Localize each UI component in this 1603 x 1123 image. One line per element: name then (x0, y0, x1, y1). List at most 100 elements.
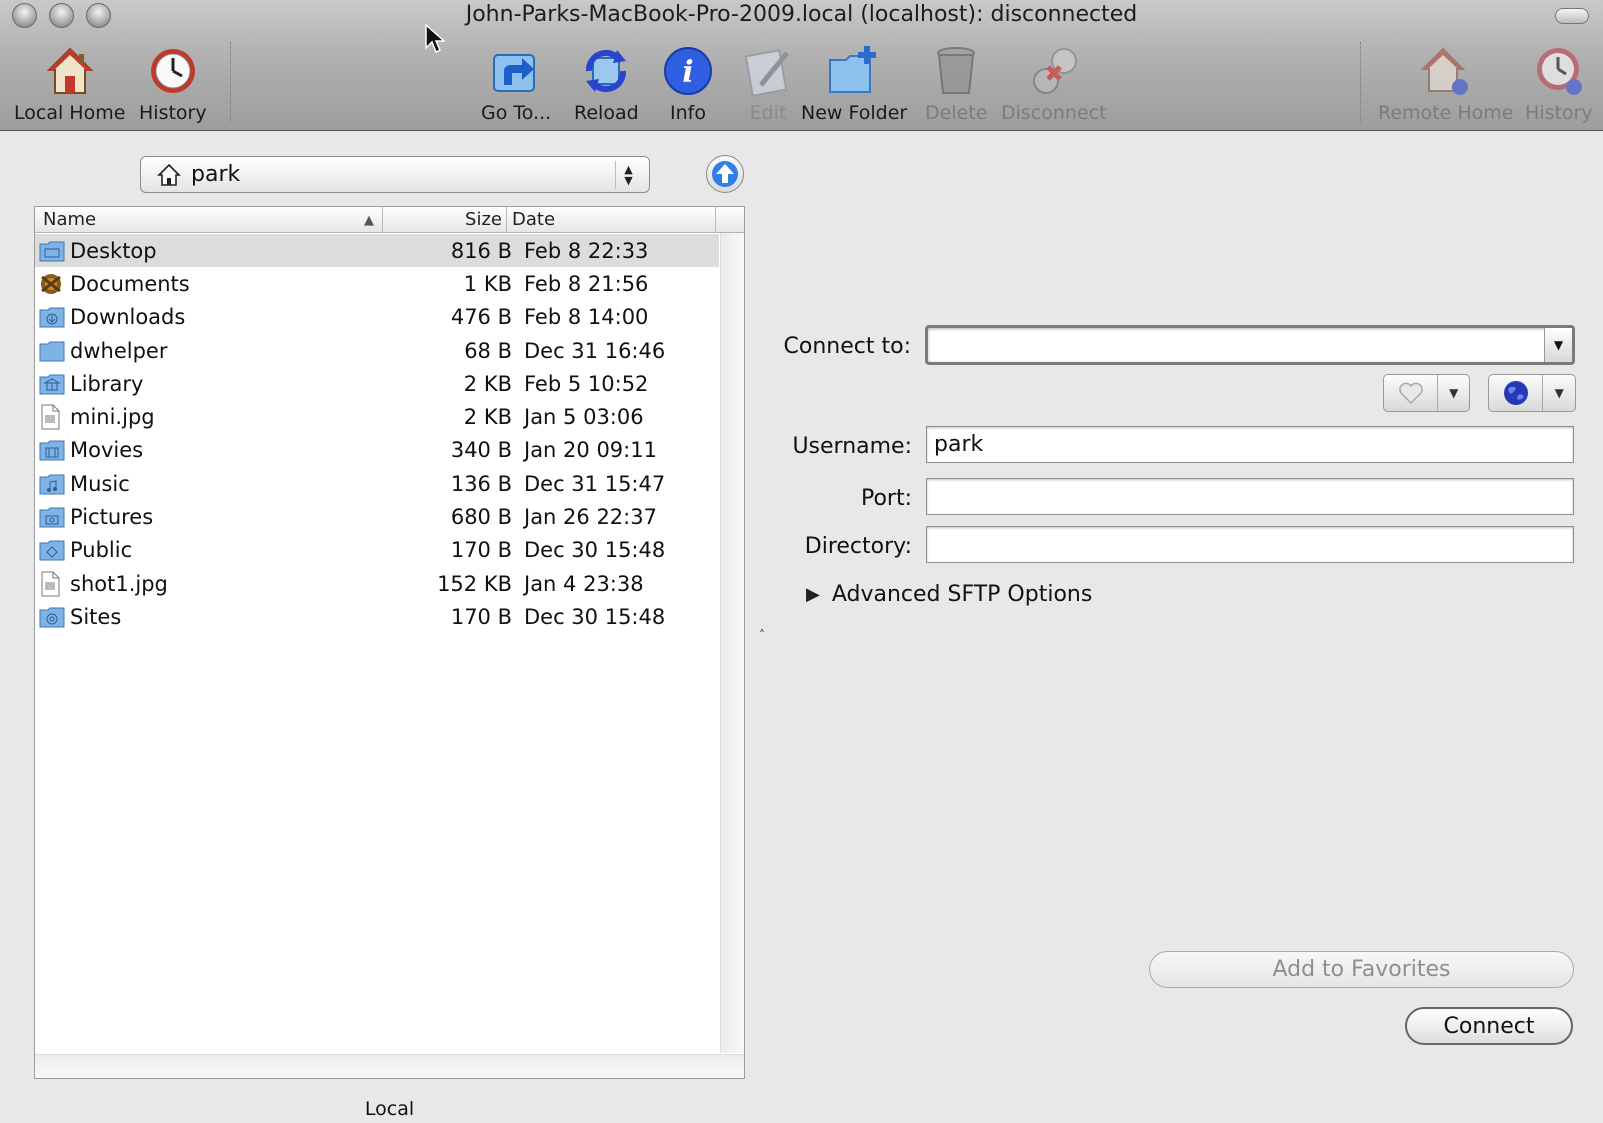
window-title-text: John-Parks-MacBook-Pro-2009.local (local… (465, 2, 1138, 27)
file-date: Jan 20 09:11 (524, 438, 657, 463)
file-list: Desktop 816 B Feb 8 22:33 Documents 1 KB… (35, 234, 719, 634)
file-row[interactable]: Documents 1 KB Feb 8 21:56 (35, 267, 719, 300)
file-row[interactable]: Movies 340 B Jan 20 09:11 (35, 434, 719, 467)
file-date: Dec 31 15:47 (524, 471, 666, 496)
remote-home-icon (1418, 42, 1474, 100)
file-row[interactable]: Downloads 476 B Feb 8 14:00 (35, 301, 719, 334)
file-row[interactable]: dwhelper 68 B Dec 31 16:46 (35, 334, 719, 367)
add-to-favorites-label: Add to Favorites (1272, 957, 1451, 982)
remote-home-label: Remote Home (1378, 102, 1514, 124)
reload-label: Reload (574, 102, 639, 124)
file-name: Music (70, 471, 130, 496)
protocol-popup[interactable]: ▼ (1488, 374, 1576, 412)
favorites-dropdown-arrow-icon: ▼ (1437, 375, 1469, 411)
new-folder-icon (826, 42, 882, 100)
file-size: 476 B (450, 305, 512, 330)
file-size: 2 KB (463, 371, 512, 396)
home-folder-icon (157, 163, 181, 187)
file-row[interactable]: Sites 170 B Dec 30 15:48 (35, 600, 719, 633)
delete-button[interactable]: Delete (925, 42, 987, 124)
favorites-popup[interactable]: ▼ (1383, 374, 1470, 412)
file-size: 170 B (450, 538, 512, 563)
info-label: Info (670, 102, 706, 124)
connect-button[interactable]: Connect (1405, 1007, 1573, 1045)
file-row[interactable]: shot1.jpg 152 KB Jan 4 23:38 (35, 567, 719, 600)
column-header-size[interactable]: Size (383, 207, 507, 232)
trash-icon (928, 42, 984, 100)
file-row[interactable]: Desktop 816 B Feb 8 22:33 (35, 234, 719, 268)
add-to-favorites-button[interactable]: Add to Favorites (1149, 951, 1574, 988)
new-folder-button[interactable]: New Folder (801, 42, 907, 124)
file-row[interactable]: Pictures 680 B Jan 26 22:37 (35, 500, 719, 533)
remote-history-label: History (1525, 102, 1593, 124)
file-name: Library (70, 371, 144, 396)
username-label: Username: (792, 434, 912, 459)
file-size: 816 B (450, 238, 512, 263)
mouse-pointer-icon (425, 24, 445, 54)
go-to-button[interactable]: Go To... (481, 42, 551, 124)
pane-divider-handle[interactable]: ˄ (759, 628, 765, 642)
parent-directory-button[interactable] (706, 155, 744, 193)
directory-label: Directory: (804, 534, 912, 559)
local-history-label: History (139, 102, 207, 124)
remote-history-button[interactable]: History (1525, 42, 1593, 124)
column-header-date[interactable]: Date (507, 207, 716, 232)
file-table-header: Name ▲ Size Date (35, 207, 744, 233)
image-file-icon (39, 571, 65, 597)
advanced-sftp-disclosure[interactable]: ▶ Advanced SFTP Options (806, 582, 1092, 607)
file-row[interactable]: Library 2 KB Feb 5 10:52 (35, 367, 719, 400)
file-size: 2 KB (463, 405, 512, 430)
remote-home-button[interactable]: Remote Home (1378, 42, 1513, 124)
reload-icon (578, 42, 634, 100)
folder-desktop-icon (39, 240, 65, 262)
file-size: 68 B (464, 338, 512, 363)
file-date: Feb 5 10:52 (524, 371, 649, 396)
file-size: 152 KB (437, 571, 512, 596)
reload-button[interactable]: Reload (574, 42, 639, 124)
disconnect-button[interactable]: Disconnect (1001, 42, 1107, 124)
folder-icon (39, 340, 65, 362)
disclosure-triangle-icon: ▶ (806, 584, 820, 605)
globe-icon (1489, 375, 1542, 411)
column-header-name[interactable]: Name ▲ (35, 207, 383, 232)
file-date: Dec 30 15:48 (524, 604, 666, 629)
disconnect-icon (1026, 42, 1082, 100)
file-row[interactable]: Music 136 B Dec 31 15:47 (35, 467, 719, 500)
column-size-label: Size (465, 209, 502, 230)
file-date: Feb 8 22:33 (524, 238, 649, 263)
username-field[interactable]: park (926, 426, 1574, 463)
file-date: Jan 5 03:06 (524, 405, 644, 430)
file-size: 680 B (450, 505, 512, 530)
directory-field[interactable] (926, 526, 1574, 563)
file-name: Documents (70, 271, 190, 296)
horizontal-scrollbar[interactable] (35, 1054, 744, 1078)
local-home-button[interactable]: Local Home (14, 42, 125, 124)
file-row[interactable]: Public 170 B Dec 30 15:48 (35, 534, 719, 567)
toolbar-separator (1360, 42, 1361, 122)
image-file-icon (39, 404, 65, 430)
file-row[interactable]: mini.jpg 2 KB Jan 5 03:06 (35, 400, 719, 433)
local-path-popup[interactable]: park ▲ ▼ (140, 156, 650, 193)
local-pane-label: Local (364, 1098, 415, 1120)
file-size: 340 B (450, 438, 512, 463)
local-file-table[interactable]: Name ▲ Size Date Desktop 816 B Feb 8 22:… (34, 206, 745, 1079)
edit-button[interactable]: Edit (740, 42, 796, 124)
file-name: Movies (70, 438, 144, 463)
file-date: Jan 4 23:38 (524, 571, 644, 596)
file-name: mini.jpg (70, 405, 155, 430)
edit-label: Edit (749, 102, 787, 124)
file-date: Dec 30 15:48 (524, 538, 666, 563)
toolbar-toggle-button[interactable] (1555, 8, 1589, 24)
path-popup-stepper-icon: ▲ ▼ (615, 161, 641, 189)
file-name: Desktop (70, 238, 157, 263)
local-history-button[interactable]: History (139, 42, 207, 124)
edit-pencil-icon (740, 42, 796, 100)
combo-dropdown-arrow-icon[interactable]: ▼ (1544, 328, 1572, 362)
vertical-scrollbar[interactable] (720, 233, 744, 1053)
go-to-label: Go To... (481, 102, 552, 124)
port-field[interactable] (926, 478, 1574, 515)
folder-music-icon (39, 473, 65, 495)
info-button[interactable]: i Info (660, 42, 716, 124)
file-name: shot1.jpg (70, 571, 168, 596)
connect-to-combobox[interactable]: ▼ (925, 325, 1575, 365)
